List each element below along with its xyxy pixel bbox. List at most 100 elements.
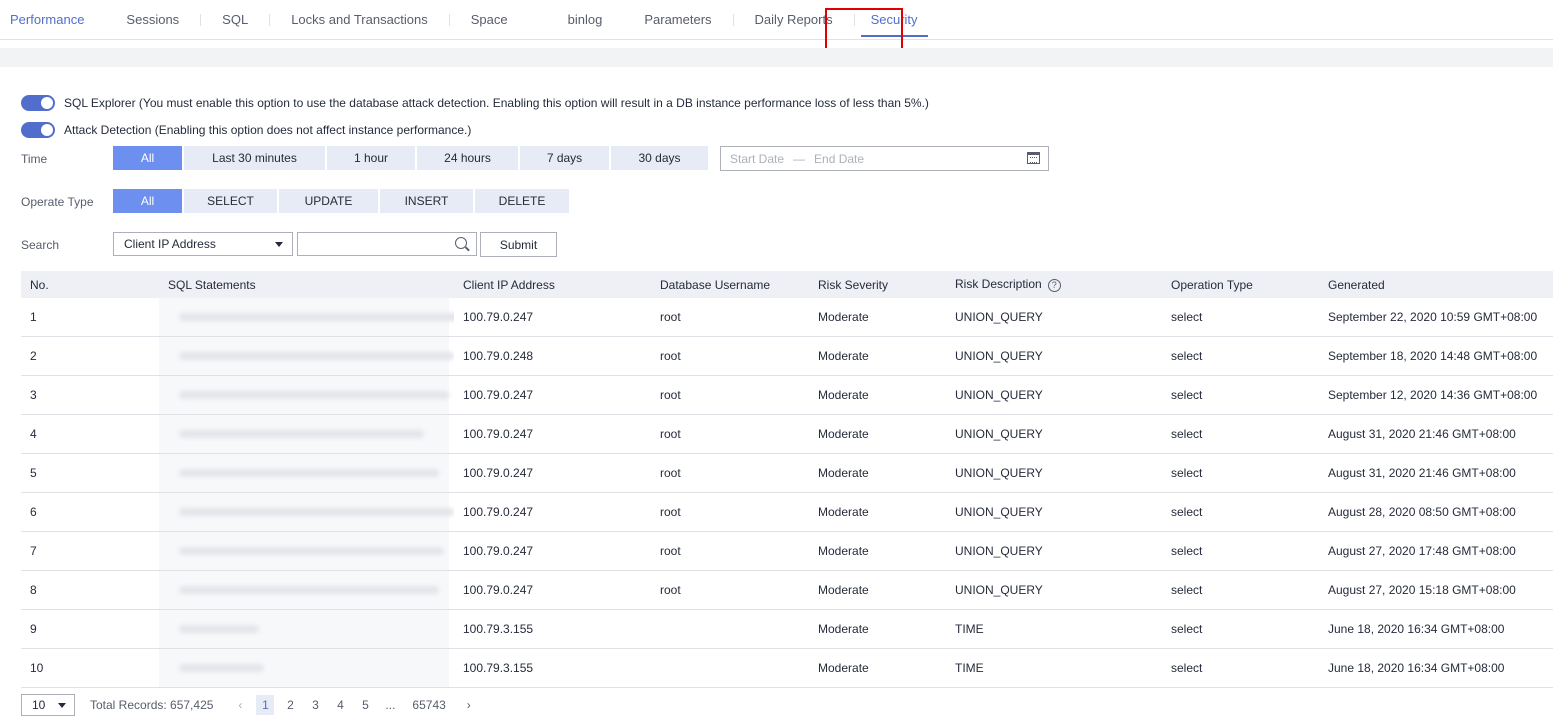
time-30days-button[interactable]: 30 days	[611, 146, 708, 170]
tab-bar: Performance Sessions SQL Locks and Trans…	[0, 0, 1553, 40]
cell-operation-type: select	[1171, 661, 1203, 675]
header-no: No.	[30, 277, 49, 292]
page-size-select[interactable]: 10	[21, 694, 75, 716]
page-5[interactable]: 5	[356, 695, 374, 715]
table-row: 1 100.79.0.247 root Moderate UNION_QUERY sele…	[21, 298, 1553, 337]
time-all-button[interactable]: All	[113, 146, 182, 170]
cell-client-ip: 100.79.0.247	[463, 583, 534, 597]
cell-risk-severity: Moderate	[818, 661, 869, 675]
page-4[interactable]: 4	[331, 695, 349, 715]
operate-type-label: Operate Type	[21, 195, 94, 209]
cell-client-ip: 100.79.0.247	[463, 388, 534, 402]
redacted-sql-statement	[159, 649, 449, 687]
tab-locks-and-transactions[interactable]: Locks and Transactions	[270, 0, 449, 40]
prev-page-icon[interactable]: ‹	[231, 695, 249, 715]
time-7days-button[interactable]: 7 days	[520, 146, 609, 170]
header-generated: Generated	[1328, 277, 1385, 292]
search-field-select[interactable]: Client IP Address	[113, 232, 293, 256]
redacted-sql-statement	[159, 571, 449, 609]
table-row: 8 100.79.0.247 root Moderate UNION_QUERY sele…	[21, 571, 1553, 610]
page-last[interactable]: 65743	[412, 695, 445, 715]
operate-all-button[interactable]: All	[113, 189, 182, 213]
cell-generated: June 18, 2020 16:34 GMT+08:00	[1328, 622, 1505, 636]
cell-generated: June 18, 2020 16:34 GMT+08:00	[1328, 661, 1505, 675]
cell-sql-statement	[159, 649, 454, 687]
tab-binlog[interactable]: binlog	[529, 0, 624, 40]
page-3[interactable]: 3	[306, 695, 324, 715]
redacted-sql-statement	[159, 415, 449, 453]
cell-risk-description: UNION_QUERY	[955, 583, 1043, 597]
calendar-icon[interactable]	[1027, 152, 1040, 164]
tab-sql[interactable]: SQL	[201, 0, 269, 40]
cell-sql-statement	[159, 532, 454, 570]
date-range-dash: —	[793, 151, 806, 166]
caret-down-icon	[275, 242, 283, 247]
cell-risk-description: TIME	[955, 661, 984, 675]
cell-risk-severity: Moderate	[818, 427, 869, 441]
cell-risk-severity: Moderate	[818, 349, 869, 363]
header-risk-severity: Risk Severity	[818, 277, 889, 292]
redacted-sql-statement	[159, 532, 449, 570]
table-row: 7 100.79.0.247 root Moderate UNION_QUERY sele…	[21, 532, 1553, 571]
total-records: Total Records: 657,425	[90, 698, 214, 712]
header-operation-type: Operation Type	[1171, 277, 1253, 292]
active-tab-indicator	[860, 34, 928, 37]
cell-no: 2	[30, 349, 37, 363]
sql-explorer-row: SQL Explorer (You must enable this optio…	[21, 95, 929, 111]
cell-risk-severity: Moderate	[818, 622, 869, 636]
tab-parameters[interactable]: Parameters	[623, 0, 732, 40]
page-1[interactable]: 1	[256, 695, 275, 715]
time-24hours-button[interactable]: 24 hours	[417, 146, 518, 170]
tab-performance[interactable]: Performance	[0, 0, 105, 40]
tab-space[interactable]: Space	[450, 0, 529, 40]
tab-daily-reports[interactable]: Daily Reports	[734, 0, 854, 40]
redacted-sql-statement	[159, 298, 449, 336]
cell-sql-statement	[159, 298, 454, 336]
operate-insert-button[interactable]: INSERT	[380, 189, 473, 213]
tab-sessions[interactable]: Sessions	[105, 0, 200, 40]
search-icon[interactable]	[455, 237, 467, 249]
cell-risk-description: UNION_QUERY	[955, 466, 1043, 480]
cell-generated: August 31, 2020 21:46 GMT+08:00	[1328, 466, 1516, 480]
help-icon[interactable]: ?	[1047, 279, 1061, 292]
cell-operation-type: select	[1171, 388, 1203, 402]
next-page-icon[interactable]: ›	[460, 695, 478, 715]
cell-risk-severity: Moderate	[818, 466, 869, 480]
time-30min-button[interactable]: Last 30 minutes	[184, 146, 325, 170]
table-row: 4 100.79.0.247 root Moderate UNION_QUERY sele…	[21, 415, 1553, 454]
operate-update-button[interactable]: UPDATE	[279, 189, 378, 213]
cell-db-username: root	[660, 349, 681, 363]
cell-generated: September 22, 2020 10:59 GMT+08:00	[1328, 310, 1538, 324]
search-input[interactable]	[297, 232, 477, 256]
table-row: 10 100.79.3.155 Moderate TIME select June 18,…	[21, 649, 1553, 688]
cell-sql-statement	[159, 454, 454, 492]
caret-down-icon	[58, 703, 66, 708]
table-row: 9 100.79.3.155 Moderate TIME select June 18, …	[21, 610, 1553, 649]
cell-risk-severity: Moderate	[818, 310, 869, 324]
attack-detection-toggle[interactable]	[21, 122, 55, 138]
search-label: Search	[21, 238, 60, 252]
date-range-picker[interactable]: Start Date — End Date	[720, 146, 1049, 171]
cell-client-ip: 100.79.3.155	[463, 661, 534, 675]
start-date-placeholder: Start Date	[730, 151, 785, 166]
cell-client-ip: 100.79.0.247	[463, 310, 534, 324]
operate-select-button[interactable]: SELECT	[184, 189, 277, 213]
sql-explorer-toggle[interactable]	[21, 95, 55, 111]
page-2[interactable]: 2	[281, 695, 299, 715]
cell-risk-description: UNION_QUERY	[955, 388, 1043, 402]
cell-operation-type: select	[1171, 622, 1203, 636]
cell-risk-severity: Moderate	[818, 583, 869, 597]
operate-delete-button[interactable]: DELETE	[475, 189, 569, 213]
security-events-table: No. SQL Statements Client IP Address Dat…	[21, 271, 1553, 688]
cell-sql-statement	[159, 415, 454, 453]
redacted-sql-statement	[159, 376, 449, 414]
cell-db-username: root	[660, 466, 681, 480]
cell-generated: August 28, 2020 08:50 GMT+08:00	[1328, 505, 1516, 519]
cell-db-username: root	[660, 388, 681, 402]
cell-generated: September 12, 2020 14:36 GMT+08:00	[1328, 388, 1538, 402]
tab-security[interactable]: Security	[855, 0, 934, 40]
cell-sql-statement	[159, 493, 454, 531]
page-ellipsis[interactable]: ...	[381, 695, 399, 715]
time-1hour-button[interactable]: 1 hour	[327, 146, 415, 170]
submit-button[interactable]: Submit	[480, 232, 557, 257]
